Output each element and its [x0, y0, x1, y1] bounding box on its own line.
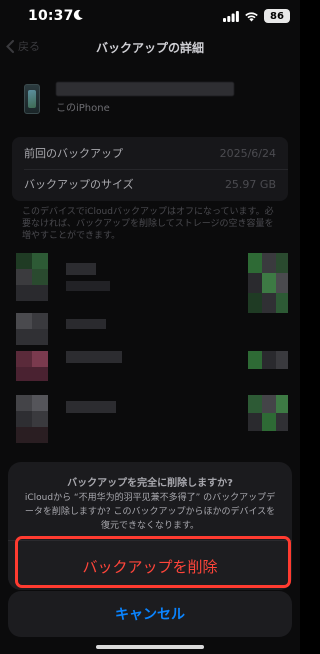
moon-icon [73, 9, 83, 20]
sheet-message: iCloudから “不用华为的羽平见兼不多得了” のバックアップデータを削除しま… [24, 493, 276, 531]
backup-info-card: 前回のバックアップ 2025/6/24 バックアップのサイズ 25.97 GB [12, 137, 288, 201]
app-size-column [248, 253, 288, 453]
page-title: バックアップの詳細 [95, 41, 204, 55]
info-label: バックアップのサイズ [24, 178, 134, 191]
sheet-title: バックアップを完全に削除しますか? [67, 478, 233, 489]
iphone-icon [24, 84, 40, 114]
cancel-button[interactable]: キャンセル [8, 591, 292, 637]
info-row-last-backup: 前回のバックアップ 2025/6/24 [24, 138, 276, 168]
highlight-box [15, 536, 291, 588]
home-indicator [96, 645, 204, 649]
battery-icon: 86 [264, 9, 290, 23]
device-subtitle: このiPhone [56, 103, 110, 114]
backup-details-screen: 10:37 86 戻る バックアップの詳細 このiPhone 前回のバックアップ… [0, 0, 300, 654]
wifi-icon [245, 11, 258, 21]
signal-icon [223, 10, 239, 22]
status-time: 10:37 [28, 8, 74, 24]
status-right: 86 [223, 9, 290, 23]
battery-level: 86 [270, 10, 284, 22]
app-list-redacted [12, 253, 288, 453]
app-row-2 [16, 313, 256, 353]
device-name-redacted [56, 82, 234, 96]
device-row: このiPhone [20, 78, 280, 118]
info-label: 前回のバックアップ [24, 147, 123, 160]
info-value: 2025/6/24 [219, 146, 276, 160]
app-row-1 [16, 253, 256, 303]
app-row-4 [16, 395, 256, 451]
status-bar: 10:37 86 [0, 0, 300, 34]
backup-note: このデバイスでiCloudバックアップはオフになっています。必要なければ、バック… [22, 207, 274, 241]
cancel-label: キャンセル [115, 607, 185, 623]
info-value: 25.97 GB [224, 177, 276, 191]
info-row-backup-size: バックアップのサイズ 25.97 GB [24, 169, 276, 199]
navigation-bar: 戻る バックアップの詳細 [0, 34, 300, 60]
app-row-3 [16, 351, 256, 387]
